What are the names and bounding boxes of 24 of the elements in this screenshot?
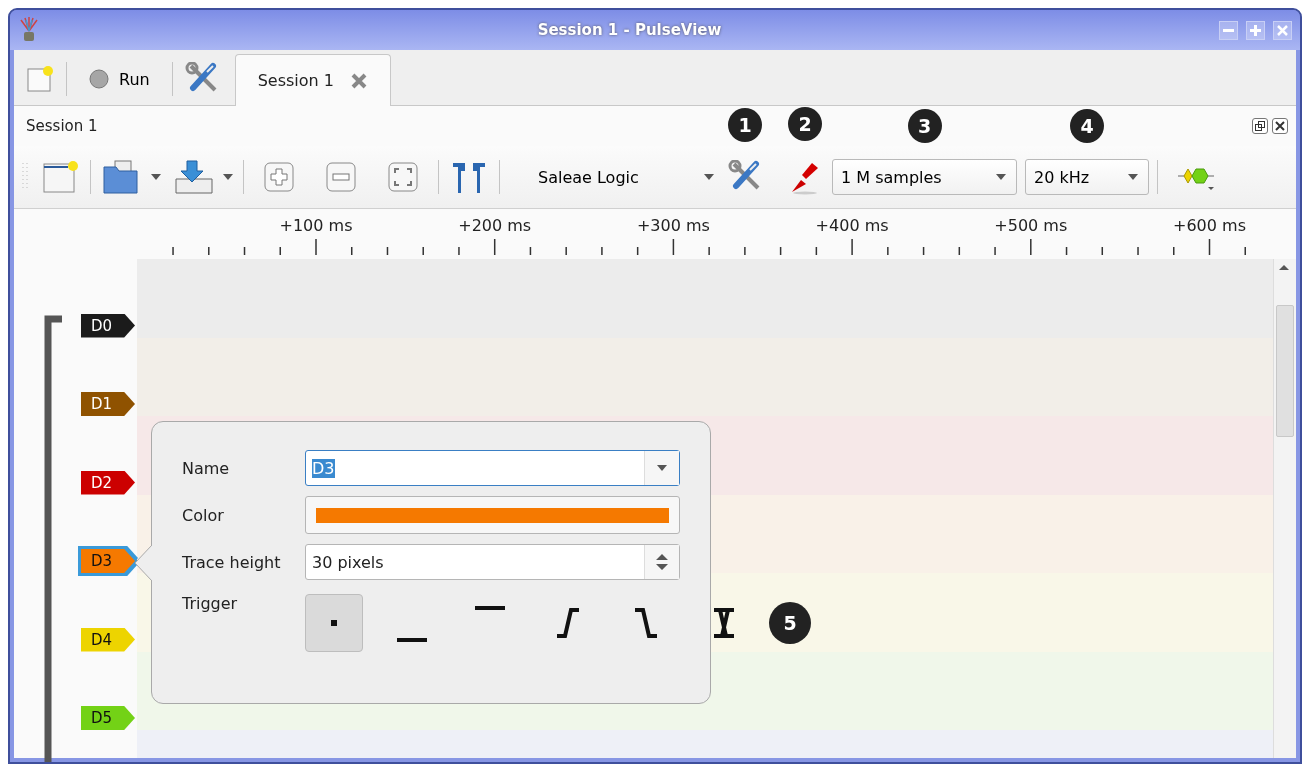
sample-count-combo[interactable]: 1 M samples — [832, 159, 1017, 195]
run-button[interactable]: Run — [77, 59, 162, 99]
channel-label[interactable]: D2 — [81, 470, 135, 495]
channel-label[interactable]: D4 — [81, 627, 135, 652]
channel-label[interactable]: D1 — [81, 392, 135, 416]
field-label: Name — [182, 458, 231, 478]
callout-marker: 1 — [728, 108, 762, 142]
session-tab[interactable]: Session 1 — [234, 54, 391, 106]
device-selector[interactable]: Saleae Logic — [508, 167, 718, 187]
callout-marker: 4 — [1070, 109, 1104, 143]
name-field[interactable]: D3 — [305, 450, 680, 486]
field-label: Trace height — [182, 552, 282, 572]
sample-rate-combo[interactable]: 20 kHz — [1025, 159, 1149, 195]
window-title: Session 1 - PulseView — [536, 21, 723, 39]
channel-label[interactable]: D5 — [81, 706, 135, 730]
field-label: Color — [182, 505, 225, 525]
callout-marker: 3 — [907, 109, 942, 143]
callout-marker: 2 — [788, 107, 822, 141]
field-label: Trigger — [182, 594, 239, 613]
channel-label[interactable]: D3 — [81, 549, 135, 573]
dock-title: Session 1 — [26, 117, 98, 135]
channel-label[interactable]: D0 — [81, 313, 135, 338]
trace-height-field[interactable]: 30 pixels — [305, 544, 680, 580]
callout-marker: 5 — [769, 602, 811, 644]
